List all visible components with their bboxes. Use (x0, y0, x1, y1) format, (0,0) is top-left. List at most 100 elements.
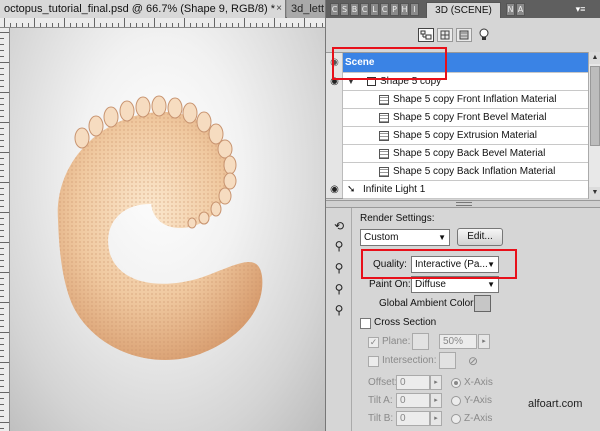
ruler-tick (196, 23, 197, 27)
ruler-tick (0, 44, 4, 45)
panel-tab-icon-8[interactable]: H (400, 3, 409, 16)
plane-opacity-stepper[interactable]: ▸ (478, 334, 490, 349)
z-axis-radio[interactable] (451, 414, 461, 424)
global-ambient-color-swatch[interactable] (474, 295, 491, 312)
slide-3d-tool-icon[interactable]: ⚲ (331, 281, 347, 297)
pan-3d-tool-icon[interactable]: ⚲ (331, 260, 347, 276)
ruler-tick (0, 38, 4, 39)
offset-stepper[interactable]: ▸ (430, 375, 442, 390)
tilt-a-field[interactable]: 0 (396, 393, 430, 408)
ruler-vertical[interactable] (0, 28, 10, 431)
ruler-tick (232, 23, 233, 27)
tilt-b-stepper[interactable]: ▸ (430, 411, 442, 426)
ruler-tick (52, 23, 53, 27)
ruler-tick (0, 332, 9, 333)
plane-opacity-field[interactable]: 50% (439, 334, 477, 349)
layer-list-scrollbar[interactable]: ▲ ▼ (588, 52, 600, 199)
roll-3d-tool-icon[interactable]: ⚲ (331, 238, 347, 254)
document-tab-active[interactable]: octopus_tutorial_final.psd @ 66.7% (Shap… (0, 0, 286, 18)
ruler-tick (0, 98, 4, 99)
ruler-tick (0, 218, 4, 219)
panel-tab-icon-4[interactable]: C (360, 3, 369, 16)
ruler-tick (0, 254, 4, 255)
ruler-tick (0, 248, 4, 249)
paint-on-label: Paint On: (369, 279, 411, 290)
ruler-tick (322, 23, 323, 27)
layer-row-material[interactable]: Shape 5 copy Extrusion Material (343, 127, 588, 145)
ruler-tick (0, 32, 9, 33)
meshes-icon[interactable] (437, 28, 453, 42)
scroll-thumb[interactable] (590, 66, 600, 146)
panel-tab-icon-2[interactable]: S (340, 3, 349, 16)
y-axis-label: Y-Axis (464, 395, 492, 406)
layer-row-material[interactable]: Shape 5 copy Back Inflation Material (343, 163, 588, 181)
ruler-tick (82, 23, 83, 27)
ruler-tick (292, 23, 293, 27)
chevron-down-icon: ▼ (487, 280, 495, 289)
infinite-light-icon: ➘ (347, 184, 356, 195)
panel-menu-icon[interactable]: ▾≡ (574, 3, 587, 15)
ruler-tick (0, 122, 9, 123)
document-tab-second-title: 3d_lett (291, 3, 325, 15)
layer-row-material[interactable]: Shape 5 copy Front Inflation Material (343, 91, 588, 109)
tilt-b-field[interactable]: 0 (396, 411, 430, 426)
render-preset-dropdown[interactable]: Custom ▼ (360, 229, 450, 246)
edit-render-settings-button[interactable]: Edit... (457, 228, 503, 246)
ruler-tick (0, 86, 4, 87)
cross-section-checkbox[interactable] (360, 318, 371, 329)
document-canvas[interactable] (10, 28, 325, 431)
ruler-tick (0, 338, 4, 339)
panel-tab-bar: C S B C L C P H I 3D (SCENE) N A ▾≡ (326, 0, 600, 18)
panel-tab-icon-5[interactable]: L (370, 3, 379, 16)
ruler-tick (0, 182, 9, 183)
document-tab-second[interactable]: 3d_lett (287, 0, 325, 18)
close-tab-icon[interactable]: × (276, 0, 282, 18)
intersection-checkbox[interactable] (368, 356, 379, 367)
ruler-tick (0, 398, 4, 399)
panel-tab-icon-11[interactable]: A (516, 3, 525, 16)
plane-label: Plane: (382, 336, 411, 347)
x-axis-radio[interactable] (451, 378, 461, 388)
ruler-tick (0, 392, 9, 393)
lights-icon[interactable] (477, 28, 493, 42)
offset-field[interactable]: 0 (396, 375, 430, 390)
ruler-tick (94, 18, 95, 27)
rotate-3d-tool-icon[interactable]: ⟲ (331, 218, 347, 234)
ruler-tick (34, 18, 35, 27)
layer-row-light[interactable]: ◉ ➘ Infinite Light 1 (330, 181, 588, 199)
eye-icon[interactable]: ◉ (326, 181, 343, 199)
scale-3d-tool-icon[interactable]: ⚲ (331, 302, 347, 318)
panel-tab-icon-9[interactable]: I (410, 3, 419, 16)
intersection-color-swatch[interactable] (439, 352, 456, 369)
panel-tab-icon-7[interactable]: P (390, 3, 399, 16)
ruler-tick (0, 188, 4, 189)
layer-row-material[interactable]: Shape 5 copy Back Bevel Material (343, 145, 588, 163)
ruler-tick (0, 68, 4, 69)
offset-label: Offset: (368, 377, 398, 388)
ruler-tick (262, 23, 263, 27)
panel-tab-icon-1[interactable]: C (330, 3, 339, 16)
y-axis-radio[interactable] (451, 396, 461, 406)
scroll-up-arrow-icon[interactable]: ▲ (589, 52, 600, 64)
flip-cross-section-icon[interactable]: ⊘ (465, 353, 481, 369)
ruler-tick (0, 134, 4, 135)
panel-tab-icon-10[interactable]: N (506, 3, 515, 16)
quality-highlight-box (361, 249, 517, 279)
ruler-tick (208, 23, 209, 27)
materials-icon[interactable] (456, 28, 472, 42)
ruler-tick (0, 422, 9, 423)
layer-row-material[interactable]: Shape 5 copy Front Bevel Material (343, 109, 588, 127)
ruler-tick (166, 23, 167, 27)
whole-scene-icon[interactable] (418, 28, 434, 42)
plane-checkbox[interactable]: ✓ (368, 337, 379, 348)
tab-3d-scene[interactable]: 3D (SCENE) (426, 2, 501, 18)
plane-color-swatch[interactable] (412, 333, 429, 350)
scroll-down-arrow-icon[interactable]: ▼ (589, 187, 600, 199)
tilt-a-stepper[interactable]: ▸ (430, 393, 442, 408)
ruler-tick (0, 242, 9, 243)
panel-tab-icon-3[interactable]: B (350, 3, 359, 16)
panel-tab-icon-6[interactable]: C (380, 3, 389, 16)
ruler-horizontal[interactable] (0, 18, 325, 28)
ruler-tick (172, 23, 173, 27)
panel-resize-divider[interactable] (326, 200, 600, 208)
